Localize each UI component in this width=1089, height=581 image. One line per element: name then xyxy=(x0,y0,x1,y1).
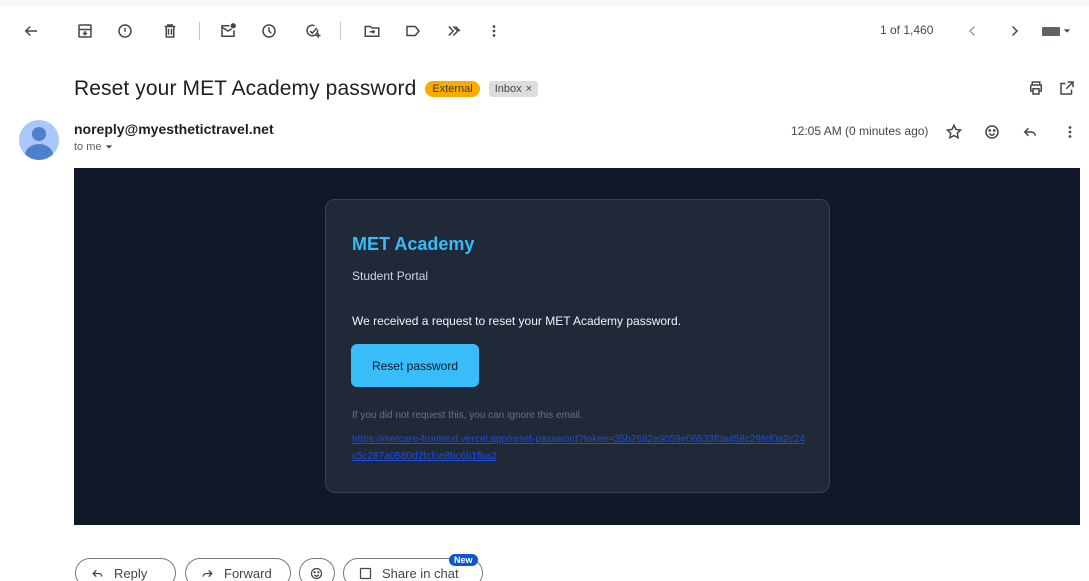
message-timestamp: 12:05 AM (0 minutes ago) xyxy=(791,124,929,138)
archive-icon[interactable] xyxy=(70,16,100,46)
emoji-reaction-icon[interactable] xyxy=(980,120,1004,144)
recipient-details-toggle[interactable]: to me xyxy=(74,141,113,153)
forward-arrows-icon[interactable] xyxy=(439,16,469,46)
reply-icon xyxy=(92,569,103,577)
more-vert-icon[interactable] xyxy=(479,16,509,46)
email-body: MET Academy Student Portal We received a… xyxy=(74,168,1080,525)
reply-label: Reply xyxy=(114,565,148,581)
keyboard-icon xyxy=(1041,26,1060,36)
open-new-window-icon[interactable] xyxy=(1055,76,1079,100)
reset-message: We received a request to reset your MET … xyxy=(352,314,682,328)
reset-password-button[interactable]: Reset password xyxy=(351,344,479,387)
back-arrow-icon[interactable] xyxy=(16,16,46,46)
chat-square-icon xyxy=(359,567,372,579)
external-badge: External xyxy=(425,81,480,97)
move-to-icon[interactable] xyxy=(357,16,387,46)
reset-password-link[interactable]: https://metcare-frontend.vercel.app/rese… xyxy=(352,431,808,465)
new-badge: New xyxy=(449,554,478,566)
to-me-label: to me xyxy=(74,141,102,153)
add-to-tasks-icon[interactable] xyxy=(298,16,328,46)
sender-avatar[interactable] xyxy=(19,120,59,160)
subject-row: Reset your MET Academy password External… xyxy=(74,76,539,102)
chevron-down-icon xyxy=(1063,29,1070,33)
keyboard-input-tools[interactable] xyxy=(1033,16,1079,46)
newer-chevron-icon[interactable] xyxy=(958,16,988,46)
older-chevron-icon[interactable] xyxy=(999,16,1029,46)
more-vert-icon[interactable] xyxy=(1058,120,1082,144)
mark-unread-icon[interactable] xyxy=(213,16,243,46)
message-toolbar: 1 of 1,460 xyxy=(0,0,1089,62)
toolbar-divider xyxy=(199,22,200,40)
remove-label-button[interactable]: × xyxy=(526,83,532,95)
share-label: Share in chat xyxy=(382,565,459,581)
pager-count: 1 of 1,460 xyxy=(880,23,934,37)
inbox-label-chip[interactable]: Inbox × xyxy=(488,81,539,97)
email-subject: Reset your MET Academy password xyxy=(74,77,417,100)
forward-label: Forward xyxy=(224,565,272,581)
report-spam-icon[interactable] xyxy=(110,16,140,46)
portal-subtitle: Student Portal xyxy=(352,269,429,283)
ignore-notice: If you did not request this, you can ign… xyxy=(352,410,583,421)
forward-button[interactable]: Forward xyxy=(185,558,291,581)
chevron-down-icon xyxy=(105,145,112,149)
emoji-react-button[interactable] xyxy=(299,558,335,581)
label-icon[interactable] xyxy=(398,16,428,46)
brand-title: MET Academy xyxy=(352,234,475,254)
reply-button[interactable]: Reply xyxy=(75,558,176,581)
inbox-label-text: Inbox xyxy=(494,83,522,95)
snooze-icon[interactable] xyxy=(254,16,284,46)
delete-icon[interactable] xyxy=(155,16,185,46)
emoji-icon xyxy=(310,567,323,579)
print-icon[interactable] xyxy=(1024,76,1048,100)
reset-card: MET Academy Student Portal We received a… xyxy=(325,199,830,493)
top-strip xyxy=(0,0,1089,6)
sender-email[interactable]: noreply@myesthetictravel.net xyxy=(74,121,274,137)
forward-icon xyxy=(202,569,213,577)
toolbar-divider xyxy=(340,22,341,40)
star-icon[interactable] xyxy=(942,120,966,144)
reply-icon[interactable] xyxy=(1018,120,1042,144)
